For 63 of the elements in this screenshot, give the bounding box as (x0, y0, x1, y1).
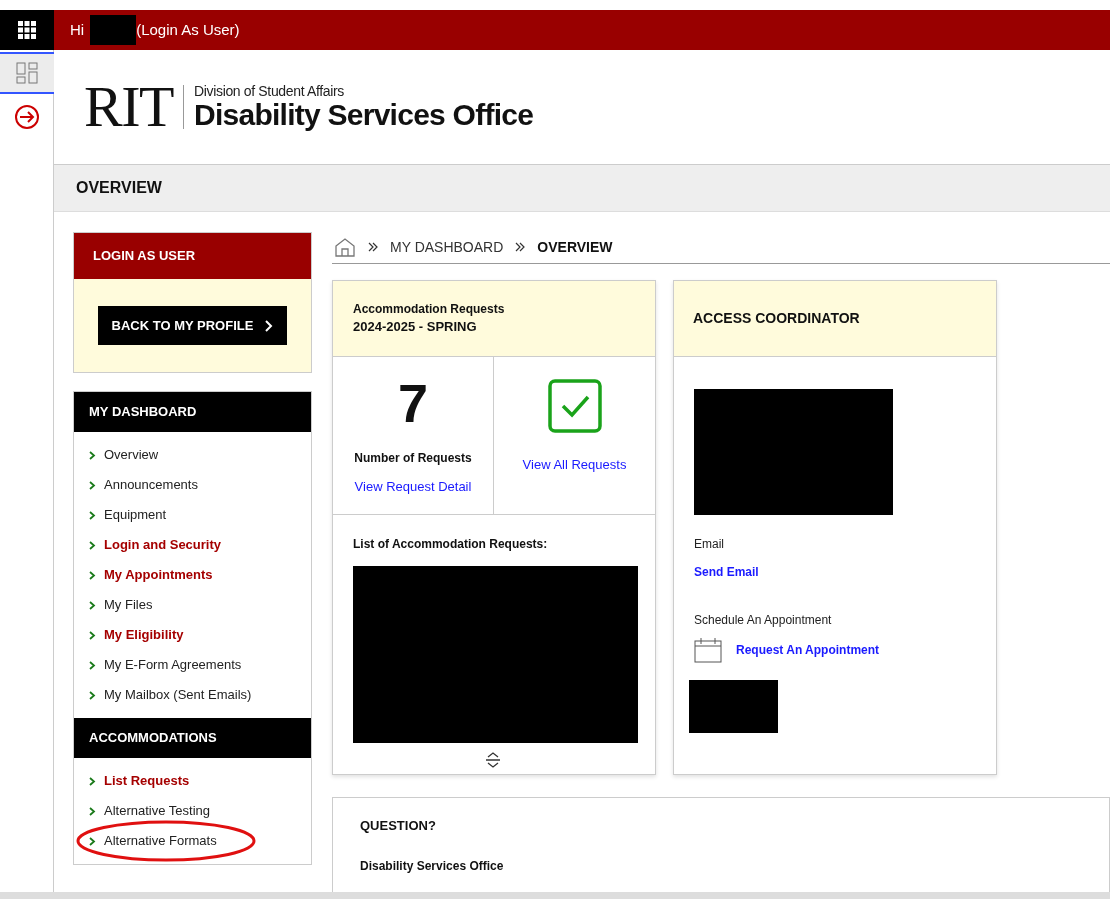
nav-item[interactable]: My Eligibility (74, 620, 311, 650)
dashboard-rail-button[interactable] (0, 52, 54, 94)
request-appointment-link[interactable]: Request An Appointment (736, 640, 880, 659)
checkmark-icon (547, 378, 602, 433)
chevron-icon (89, 776, 96, 786)
chevron-icon (89, 450, 96, 460)
redaction-block (90, 15, 137, 45)
email-label: Email (694, 535, 725, 553)
send-email-link[interactable]: Send Email (694, 562, 996, 581)
grid-icon (18, 21, 36, 39)
chevron-icon (89, 660, 96, 670)
view-request-detail-link[interactable]: View Request Detail (354, 476, 472, 496)
home-icon[interactable] (334, 237, 356, 258)
card-title: Accommodation Requests (353, 301, 506, 318)
nav-item[interactable]: List Requests (74, 766, 311, 796)
login-panel-title: LOGIN AS USER (93, 247, 196, 266)
chevron-icon (89, 690, 96, 700)
login-as-user-text: (Login As User) (136, 19, 240, 40)
page-title: OVERVIEW (76, 178, 162, 198)
chevron-icon (89, 630, 96, 640)
double-chevron-icon (368, 242, 378, 253)
card-title: ACCESS COORDINATOR (693, 308, 860, 328)
nav-item[interactable]: Login and Security (74, 530, 311, 560)
request-count: 7 (397, 374, 428, 431)
logout-icon[interactable] (13, 104, 40, 130)
nav-item[interactable]: My Files (74, 590, 311, 620)
nav-item[interactable]: Announcements (74, 470, 311, 500)
nav-section-title: ACCOMMODATIONS (89, 729, 217, 748)
greeting-text: Hi (70, 19, 85, 40)
breadcrumb-item[interactable]: MY DASHBOARD (390, 236, 504, 258)
schedule-label: Schedule An Appointment (694, 611, 833, 629)
nav-item[interactable]: Alternative Formats (74, 826, 311, 856)
expand-collapse-icon[interactable] (484, 750, 502, 769)
logo-wordmark: RIT (84, 78, 174, 136)
dashboard-icon (15, 62, 38, 84)
office-name: Disability Services Office (360, 858, 505, 875)
nav-item[interactable]: My Mailbox (Sent Emails) (74, 680, 311, 710)
chevron-right-icon (265, 319, 274, 332)
chevron-icon (89, 806, 96, 816)
nav-item[interactable]: My Appointments (74, 560, 311, 590)
chevron-icon (89, 600, 96, 610)
nav-section-title: MY DASHBOARD (89, 403, 197, 422)
nav-item[interactable]: Alternative Testing (74, 796, 311, 826)
list-label: List of Accommodation Requests: (353, 535, 549, 553)
app-grid-button[interactable] (0, 10, 54, 50)
calendar-icon (694, 636, 722, 663)
chevron-icon (89, 480, 96, 490)
term-text: 2024-2025 - SPRING (353, 318, 478, 335)
chevron-icon (89, 836, 96, 846)
nav-item[interactable]: Overview (74, 440, 311, 470)
breadcrumb-item: OVERVIEW (537, 237, 613, 257)
office-title: Disability Services Office (194, 99, 534, 131)
back-to-profile-button[interactable]: BACK TO MY PROFILE (97, 306, 288, 345)
card-title: QUESTION? (360, 816, 437, 835)
count-label: Number of Requests (354, 449, 472, 467)
view-all-requests-link[interactable]: View All Requests (522, 454, 627, 474)
nav-item[interactable]: Equipment (74, 500, 311, 530)
division-text: Division of Student Affairs (194, 83, 345, 99)
chevron-icon (89, 540, 96, 550)
nav-item[interactable]: My E-Form Agreements (74, 650, 311, 680)
double-chevron-icon (515, 242, 526, 253)
chevron-icon (89, 510, 96, 520)
chevron-icon (89, 570, 96, 580)
